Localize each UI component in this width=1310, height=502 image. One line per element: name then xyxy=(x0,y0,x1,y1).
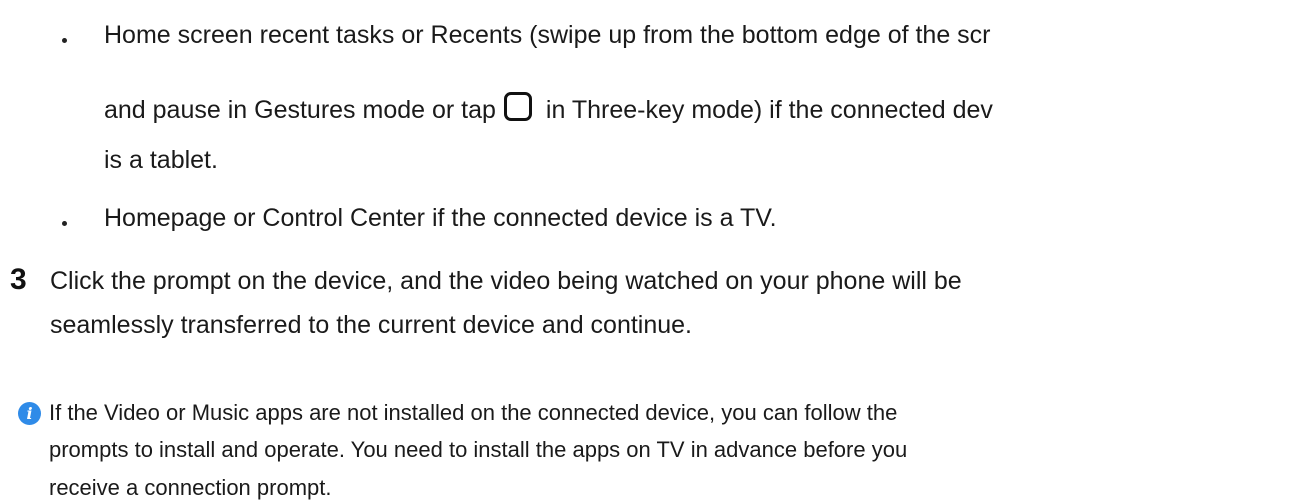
note-text-line: If the Video or Music apps are not insta… xyxy=(49,400,898,425)
note-text-line: receive a connection prompt. xyxy=(49,475,332,500)
step-text-line: Click the prompt on the device, and the … xyxy=(50,267,962,295)
bullet-marker xyxy=(62,221,67,226)
bullet-marker xyxy=(62,38,67,43)
info-icon: i xyxy=(18,402,41,425)
recents-square-icon xyxy=(503,92,532,121)
bullet-text-fragment: in Three-key mode) if the connected dev xyxy=(545,96,993,124)
bullet-text-fragment: and pause in Gestures mode or tap xyxy=(104,96,496,124)
note-text-line: prompts to install and operate. You need… xyxy=(49,437,908,462)
bullet-text-line: and pause in Gestures mode or tap in Thre… xyxy=(104,92,993,125)
step-text-line: seamlessly transferred to the current de… xyxy=(50,311,693,339)
bullet-text-line: is a tablet. xyxy=(104,146,218,174)
bullet-text-line: Home screen recent tasks or Recents (swi… xyxy=(104,21,991,49)
bullet-text-line: Homepage or Control Center if the connec… xyxy=(104,204,777,232)
step-number: 3 xyxy=(10,263,27,296)
